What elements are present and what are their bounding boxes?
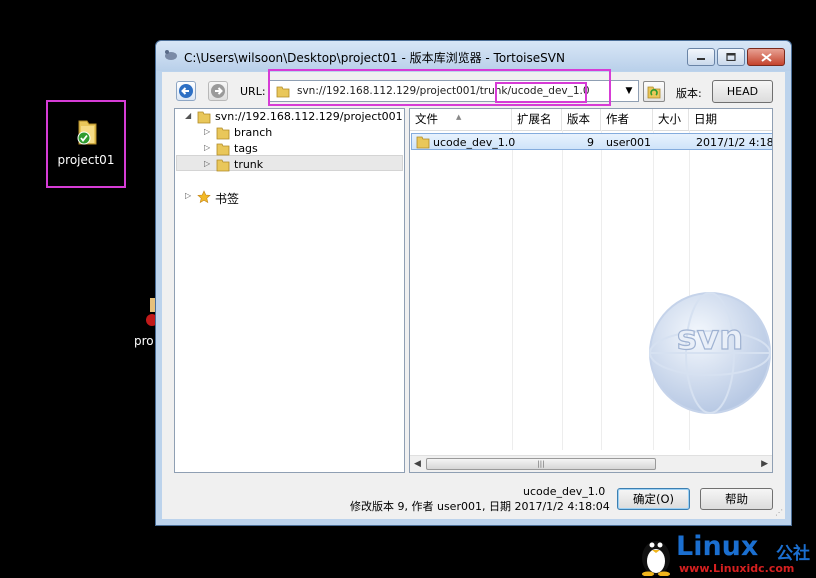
back-button[interactable]	[176, 81, 196, 101]
tree-item-label: trunk	[234, 158, 264, 171]
penguin-icon	[642, 541, 670, 576]
tree-item-label: tags	[234, 142, 258, 155]
svn-watermark-logo: svn	[649, 292, 771, 414]
repository-tree[interactable]: ◢ svn://192.168.112.129/project001 ▷ bra…	[174, 108, 405, 473]
status-item-name: ucode_dev_1.0	[523, 485, 606, 498]
brand-text: Linux	[676, 531, 759, 562]
collapsed-arrow-icon[interactable]: ▷	[204, 159, 210, 168]
column-divider	[512, 130, 513, 450]
column-header-rev[interactable]: 版本	[562, 109, 601, 130]
tree-item-label: 书签	[215, 192, 240, 206]
maximize-button[interactable]	[717, 48, 745, 66]
linuxidc-watermark: Linux 公社 www.Linuxidc.com	[632, 528, 816, 578]
column-header-ext[interactable]: 扩展名	[512, 109, 562, 130]
revision-label: 版本:	[676, 87, 702, 100]
window-client-area: URL: svn://192.168.112.129/project001/tr…	[162, 69, 785, 519]
sort-ascending-icon: ▲	[456, 113, 462, 121]
cell-date: 2017/1/2 4:18:0	[696, 136, 773, 149]
svn-folder-icon	[77, 120, 97, 145]
url-label: URL:	[240, 85, 266, 98]
window-title: C:\Users\wilsoon\Desktop\project01 - 版本库…	[184, 51, 565, 65]
minimize-button[interactable]	[687, 48, 715, 66]
minimize-icon	[697, 58, 705, 60]
horizontal-scrollbar[interactable]: ◀ ||| ▶	[410, 455, 772, 472]
folder-icon	[216, 143, 230, 156]
folder-icon	[416, 136, 430, 149]
resize-grip-icon[interactable]: ⋰	[775, 508, 783, 517]
brand-url: www.Linuxidc.com	[679, 562, 795, 575]
folder-icon	[216, 159, 230, 172]
refresh-icon	[647, 86, 661, 99]
help-button[interactable]: 帮助	[700, 488, 773, 510]
tree-item-label: branch	[234, 126, 273, 139]
tree-item-label: svn://192.168.112.129/project001	[215, 110, 403, 123]
cell-name: ucode_dev_1.0	[433, 136, 516, 149]
star-icon	[197, 190, 211, 204]
forward-button[interactable]	[208, 81, 228, 101]
maximize-icon	[726, 53, 736, 61]
close-button[interactable]	[747, 48, 785, 66]
status-item-info: 修改版本 9, 作者 user001, 日期 2017/1/2 4:18:04	[350, 500, 610, 513]
brand-cn-text: 公社	[776, 544, 810, 564]
desktop-icon-label: project01	[57, 153, 115, 167]
collapsed-arrow-icon[interactable]: ▷	[204, 143, 210, 152]
collapsed-arrow-icon[interactable]: ▷	[185, 191, 191, 200]
column-divider	[601, 130, 602, 450]
folder-icon	[197, 111, 211, 124]
folder-icon	[216, 127, 230, 140]
revision-button[interactable]: HEAD	[712, 80, 773, 103]
cell-rev: 9	[587, 136, 594, 149]
column-header-file[interactable]: 文件 ▲	[410, 109, 512, 130]
arrow-right-icon	[211, 84, 225, 98]
scroll-left-icon[interactable]: ◀	[414, 459, 421, 469]
expanded-arrow-icon[interactable]: ◢	[185, 111, 191, 120]
column-header-author[interactable]: 作者	[601, 109, 653, 130]
column-header-date[interactable]: 日期	[689, 109, 772, 130]
table-row[interactable]: ucode_dev_1.0 9 user001 2017/1/2 4:18:0	[411, 133, 773, 150]
arrow-left-icon	[179, 84, 193, 98]
repo-browser-window: C:\Users\wilsoon\Desktop\project01 - 版本库…	[155, 40, 792, 526]
desktop-icon-project01[interactable]: project01	[46, 100, 126, 188]
close-icon	[760, 52, 772, 62]
refresh-button[interactable]	[643, 81, 665, 102]
column-header-label: 文件	[415, 112, 438, 126]
scroll-right-icon[interactable]: ▶	[761, 459, 768, 469]
cell-author: user001	[606, 136, 651, 149]
collapsed-arrow-icon[interactable]: ▷	[204, 127, 210, 136]
svn-watermark-text: svn	[677, 318, 744, 358]
ok-button[interactable]: 确定(O)	[617, 488, 690, 510]
column-divider	[562, 130, 563, 450]
header-divider	[410, 130, 772, 131]
file-list[interactable]: 文件 ▲ 扩展名 版本 作者 大小 日期 ucode_dev_1.0 9 use…	[409, 108, 773, 473]
highlight-frame-segment	[495, 82, 587, 103]
tortoisesvn-icon	[165, 50, 177, 60]
chevron-down-icon[interactable]: ▼	[622, 83, 636, 99]
scrollbar-thumb[interactable]: |||	[426, 458, 656, 470]
column-header-size[interactable]: 大小	[653, 109, 689, 130]
desktop-icon-label: pro	[134, 334, 154, 348]
title-bar[interactable]: C:\Users\wilsoon\Desktop\project01 - 版本库…	[156, 41, 791, 71]
